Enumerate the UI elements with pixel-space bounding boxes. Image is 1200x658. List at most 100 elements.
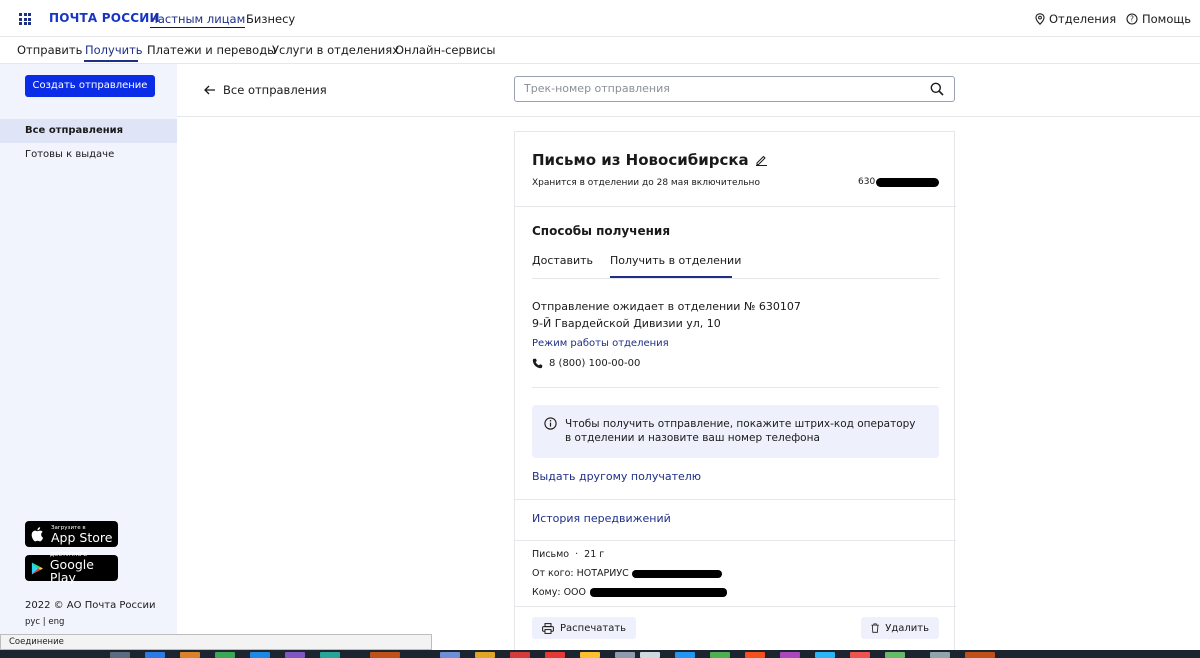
taskbar-icon[interactable] bbox=[710, 652, 730, 658]
taskbar-icon[interactable] bbox=[885, 652, 905, 658]
office-phone[interactable]: 8 (800) 100-00-00 bbox=[532, 358, 640, 369]
info-icon bbox=[544, 417, 557, 430]
location-pin-icon bbox=[1035, 13, 1045, 25]
top-header: ПОЧТА РОССИИ Частным лицам Бизнесу Отдел… bbox=[0, 0, 1200, 37]
help-label: Помощь bbox=[1142, 12, 1192, 26]
help-link[interactable]: ? Помощь bbox=[1126, 12, 1191, 26]
taskbar-icon[interactable] bbox=[545, 652, 565, 658]
redacted-track-number bbox=[876, 177, 940, 187]
shipment-type: Письмо bbox=[532, 549, 570, 560]
info-text-line2: в отделении и назовите ваш номер телефон… bbox=[565, 432, 820, 444]
google-play-badge[interactable]: ДОСТУПНО В Google Play bbox=[25, 552, 118, 585]
issue-to-another-recipient-link[interactable]: Выдать другому получателю bbox=[532, 470, 701, 483]
sidebar-item-ready-for-pickup[interactable]: Готовы к выдаче bbox=[0, 143, 177, 167]
taskbar-icon[interactable] bbox=[285, 652, 305, 658]
edit-pencil-icon[interactable] bbox=[755, 154, 768, 166]
offices-link[interactable]: Отделения bbox=[1035, 12, 1116, 26]
taskbar-icon[interactable] bbox=[180, 652, 200, 658]
apple-icon bbox=[31, 527, 44, 542]
tab-pickup-at-office[interactable]: Получить в отделении bbox=[610, 254, 741, 267]
taskbar-icon[interactable] bbox=[580, 652, 600, 658]
card-separator bbox=[515, 206, 956, 207]
taskbar-icon[interactable] bbox=[215, 652, 235, 658]
offices-label: Отделения bbox=[1049, 12, 1117, 26]
pickup-info-box: Чтобы получить отправление, покажите штр… bbox=[532, 405, 939, 458]
sidebar-item-all-shipments[interactable]: Все отправления bbox=[0, 119, 177, 143]
sidebar: Создать отправление Все отправления Гото… bbox=[0, 64, 177, 658]
google-play-icon bbox=[31, 562, 43, 574]
googleplay-big-text: Google Play bbox=[49, 557, 94, 585]
taskbar-icon[interactable] bbox=[370, 652, 400, 658]
apps-grid-icon[interactable] bbox=[19, 13, 31, 25]
arrow-left-icon bbox=[204, 85, 215, 95]
storage-note: Хранится в отделении до 28 мая включител… bbox=[532, 178, 760, 188]
taskbar-icon[interactable] bbox=[815, 652, 835, 658]
copyright-text: 2022 © АО Почта России bbox=[25, 600, 156, 611]
track-prefix: 630 bbox=[858, 177, 876, 187]
taskbar-icon[interactable] bbox=[250, 652, 270, 658]
main-divider bbox=[177, 116, 1200, 117]
logo[interactable]: ПОЧТА РОССИИ bbox=[49, 11, 160, 25]
nav-private-persons[interactable]: Частным лицам bbox=[150, 12, 246, 28]
taskbar-icon[interactable] bbox=[615, 652, 635, 658]
history-separator-top bbox=[515, 499, 956, 500]
subnav-online-services[interactable]: Онлайн-сервисы bbox=[395, 43, 495, 57]
track-number: 630 bbox=[858, 177, 940, 187]
taskbar-icon[interactable] bbox=[930, 652, 950, 658]
taskbar-icon[interactable] bbox=[965, 652, 995, 658]
phone-icon bbox=[532, 358, 543, 369]
delete-button-label: Удалить bbox=[885, 622, 929, 634]
shipment-card: Письмо из Новосибирска Хранится в отделе… bbox=[514, 131, 956, 658]
subnav-payments[interactable]: Платежи и переводы bbox=[147, 43, 276, 57]
printer-icon bbox=[542, 622, 554, 634]
taskbar-icon[interactable] bbox=[145, 652, 165, 658]
help-circle-icon: ? bbox=[1126, 13, 1138, 25]
print-button[interactable]: Распечатать bbox=[532, 617, 637, 639]
language-switcher[interactable]: рус | eng bbox=[25, 617, 64, 627]
create-shipment-button[interactable]: Создать отправление bbox=[25, 75, 155, 97]
address-separator bbox=[532, 387, 939, 388]
subnav-send[interactable]: Отправить bbox=[17, 43, 82, 57]
phone-number: 8 (800) 100-00-00 bbox=[549, 358, 641, 369]
taskbar-icon[interactable] bbox=[510, 652, 530, 658]
track-number-input[interactable] bbox=[515, 77, 915, 99]
shipment-title-text: Письмо из Новосибирска bbox=[532, 151, 749, 169]
taskbar-icon[interactable] bbox=[745, 652, 765, 658]
taskbar-icon[interactable] bbox=[675, 652, 695, 658]
taskbar-icon[interactable] bbox=[475, 652, 495, 658]
trash-icon bbox=[871, 623, 879, 633]
search-icon[interactable] bbox=[930, 82, 944, 96]
office-address: 9-Й Гвардейской Дивизии ул, 10 bbox=[532, 317, 721, 330]
taskbar-icon[interactable] bbox=[850, 652, 870, 658]
info-text-line1: Чтобы получить отправление, покажите штр… bbox=[565, 418, 916, 430]
receive-methods-title: Способы получения bbox=[532, 224, 671, 238]
nav-business[interactable]: Бизнесу bbox=[246, 12, 295, 26]
actions-separator bbox=[515, 606, 956, 607]
shipment-weight: 21 г bbox=[584, 549, 605, 560]
back-link-label: Все отправления bbox=[223, 83, 327, 97]
meta-dot: · bbox=[575, 549, 579, 560]
print-button-label: Распечатать bbox=[560, 622, 627, 634]
redacted-sender bbox=[631, 569, 722, 578]
redacted-recipient bbox=[590, 588, 727, 597]
sender-line: От кого: НОТАРИУС bbox=[532, 568, 722, 579]
track-search-box bbox=[514, 76, 955, 102]
shipment-title: Письмо из Новосибирска bbox=[532, 151, 768, 169]
office-hours-link[interactable]: Режим работы отделения bbox=[532, 338, 669, 349]
tracking-history-link[interactable]: История передвижений bbox=[532, 512, 671, 525]
subnav-receive[interactable]: Получить bbox=[85, 43, 143, 57]
delete-button[interactable]: Удалить bbox=[861, 617, 939, 639]
recipient-line: Кому: ООО bbox=[532, 587, 727, 598]
tab-deliver[interactable]: Доставить bbox=[532, 254, 593, 267]
taskbar-icon[interactable] bbox=[440, 652, 460, 658]
appstore-big-text: App Store bbox=[51, 529, 113, 545]
subnav-office-services[interactable]: Услуги в отделениях bbox=[272, 43, 399, 57]
svg-text:?: ? bbox=[1130, 15, 1134, 24]
active-tab-underline bbox=[84, 60, 138, 62]
taskbar-icon[interactable] bbox=[780, 652, 800, 658]
taskbar-icon[interactable] bbox=[640, 652, 660, 658]
taskbar-icon[interactable] bbox=[110, 652, 130, 658]
back-to-all-shipments-link[interactable]: Все отправления bbox=[204, 83, 327, 97]
taskbar-icon[interactable] bbox=[320, 652, 340, 658]
app-store-badge[interactable]: Загрузите в App Store bbox=[25, 521, 118, 547]
